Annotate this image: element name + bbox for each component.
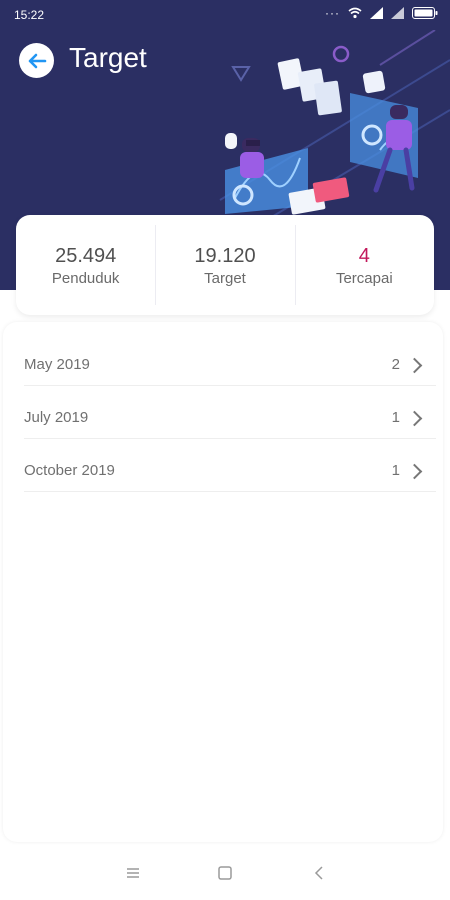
- header-illustration: [219, 30, 450, 219]
- stat-value: 4: [358, 244, 370, 267]
- back-button[interactable]: [19, 43, 54, 78]
- month-count: 2: [391, 356, 400, 373]
- list-item[interactable]: May 2019 2: [24, 332, 436, 386]
- page-title: Target: [69, 42, 147, 73]
- home-button[interactable]: [214, 863, 236, 883]
- battery-icon: [412, 7, 438, 19]
- month-count: 1: [391, 462, 400, 479]
- notification-dots: ···: [325, 6, 340, 20]
- back-icon: [314, 866, 323, 880]
- month-label: May 2019: [24, 356, 90, 373]
- wifi-icon: [348, 7, 362, 19]
- menu-icon: [127, 868, 139, 878]
- status-time: 15:22: [14, 8, 45, 22]
- signal-icon: [391, 7, 404, 19]
- month-label: October 2019: [24, 462, 115, 479]
- chevron-right-icon: [406, 357, 423, 374]
- status-bar: 15:22 ···: [0, 0, 450, 30]
- list-item[interactable]: October 2019 1: [24, 438, 436, 492]
- stat-label: Penduduk: [51, 269, 120, 287]
- home-icon: [218, 866, 232, 880]
- chevron-right-icon: [406, 410, 423, 427]
- arrow-left-icon: [28, 53, 46, 68]
- system-back-button[interactable]: [308, 863, 330, 883]
- month-label: July 2019: [24, 409, 89, 426]
- status-icons: ···: [325, 7, 438, 19]
- stat-target: 19.120 Target: [155, 215, 294, 315]
- chevron-right-icon: [406, 463, 423, 480]
- stat-value: 19.120: [194, 244, 256, 267]
- menu-button[interactable]: [122, 863, 144, 883]
- stat-tercapai: 4 Tercapai: [294, 215, 434, 315]
- list-item[interactable]: July 2019 1: [24, 385, 436, 439]
- stats-card: 25.494 Penduduk 19.120 Target 4 Tercapai: [16, 215, 434, 315]
- month-count: 1: [391, 409, 400, 426]
- stat-value: 25.494: [55, 244, 117, 267]
- month-list: May 2019 2 July 2019 1 October 2019 1: [3, 322, 443, 842]
- stat-label: Tercapai: [335, 269, 393, 287]
- stat-penduduk: 25.494 Penduduk: [16, 215, 155, 315]
- system-nav-bar: [0, 845, 450, 900]
- signal-icon: [370, 7, 383, 19]
- stat-label: Target: [204, 269, 246, 287]
